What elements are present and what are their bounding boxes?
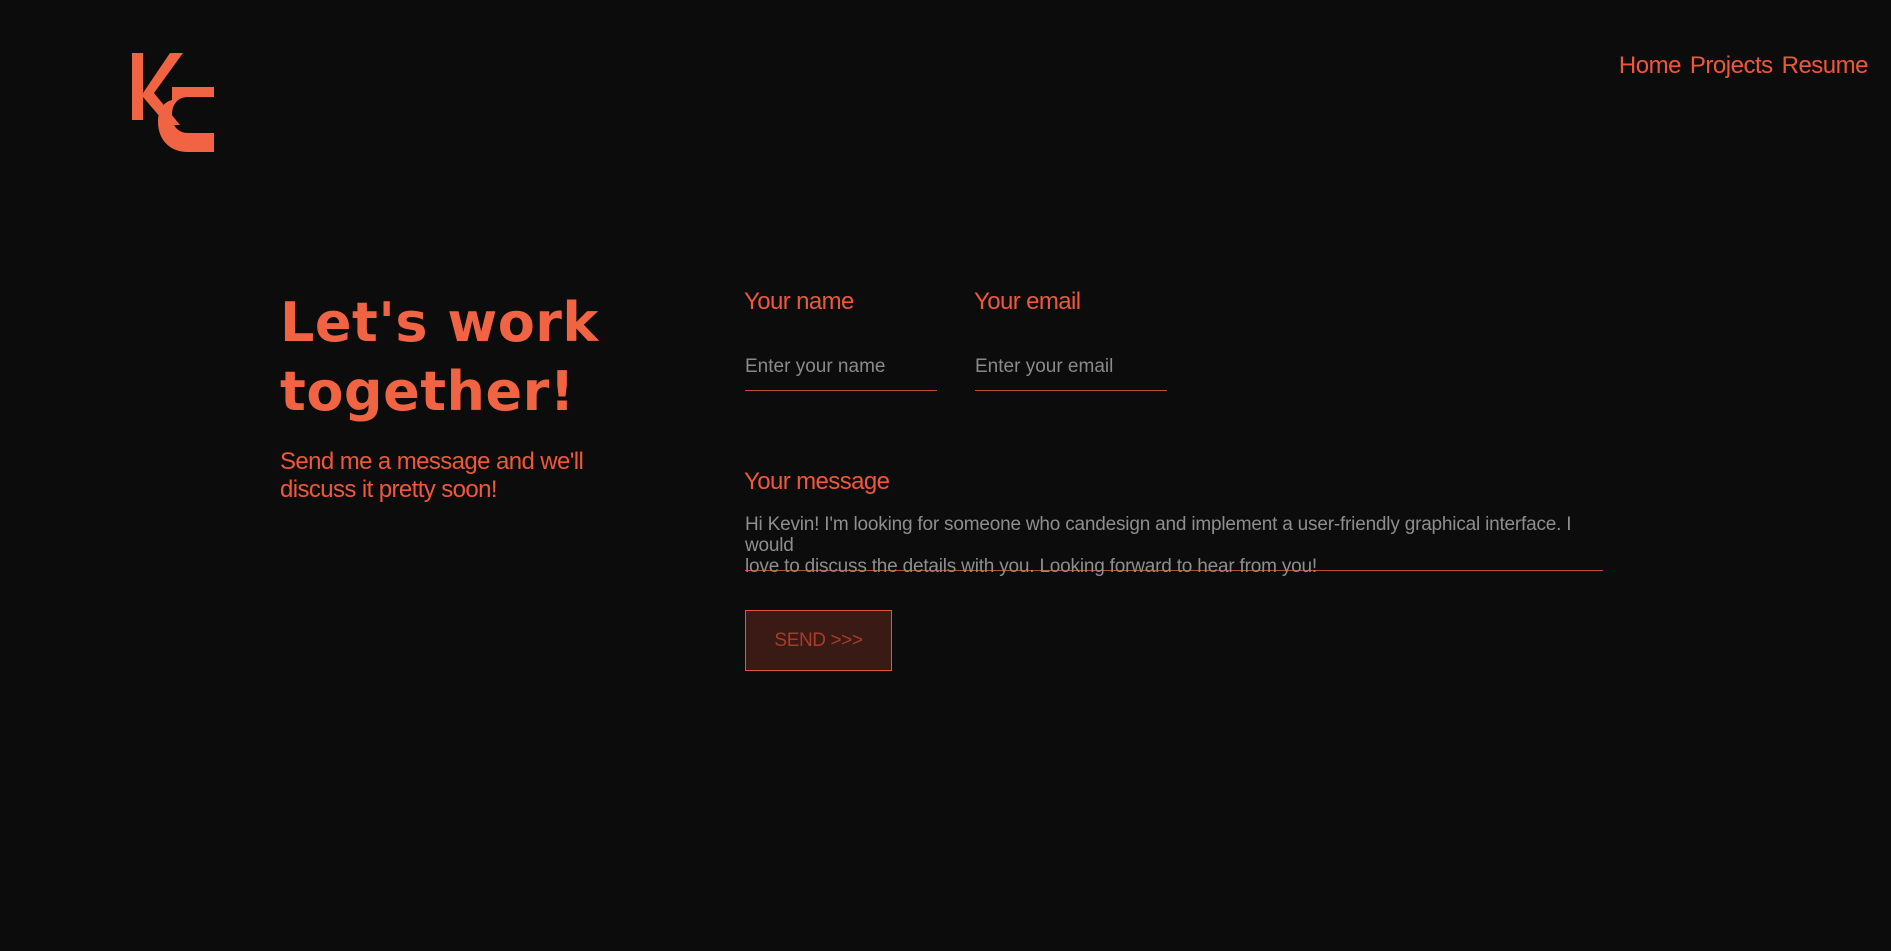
email-input[interactable] xyxy=(975,350,1167,391)
message-line-1: Hi Kevin! I'm looking for someone who ca… xyxy=(745,514,1572,556)
nav-home-link[interactable]: Home xyxy=(1619,52,1682,80)
intro-subtitle: Send me a message and we'll discuss it p… xyxy=(280,448,640,504)
name-label: Your name xyxy=(744,288,854,315)
message-line-2: love to discuss the details with you. Lo… xyxy=(745,556,1317,577)
nav-projects-link[interactable]: Projects xyxy=(1690,52,1773,80)
kc-logo[interactable] xyxy=(132,53,214,152)
headline-line-2: together! xyxy=(280,360,575,423)
subtitle-line-1: Send me a message and we'll xyxy=(280,448,584,475)
page-headline: Let's work together! xyxy=(280,288,640,426)
message-label: Your message xyxy=(744,468,890,495)
nav-resume-link[interactable]: Resume xyxy=(1782,52,1869,80)
subtitle-line-2: discuss it pretty soon! xyxy=(280,476,498,503)
intro-section: Let's work together! Send me a message a… xyxy=(280,288,640,504)
headline-line-1: Let's work xyxy=(280,291,599,354)
name-input[interactable] xyxy=(745,350,937,391)
message-textarea[interactable]: Hi Kevin! I'm looking for someone who ca… xyxy=(745,514,1603,577)
top-nav: Home Projects Resume xyxy=(1619,52,1869,80)
email-label: Your email xyxy=(974,288,1081,315)
send-button[interactable]: SEND >>> xyxy=(745,610,892,671)
